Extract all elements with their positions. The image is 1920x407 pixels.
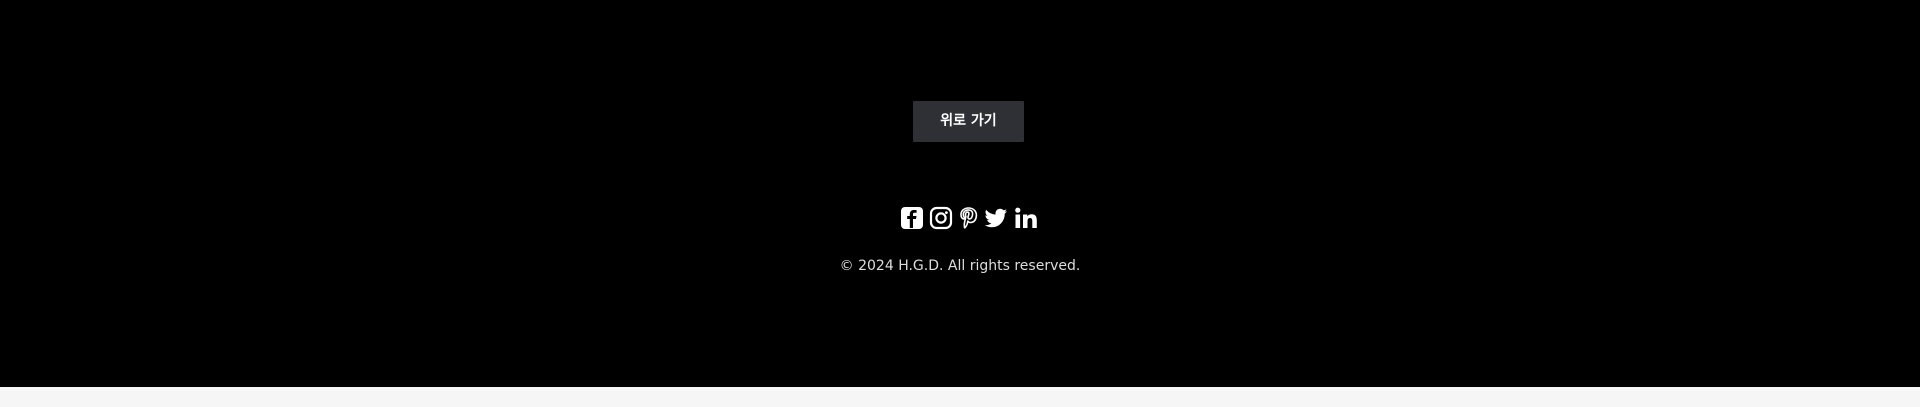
- social-links: [900, 204, 1040, 232]
- instagram-icon[interactable]: [929, 204, 953, 232]
- linkedin-icon[interactable]: [1014, 204, 1038, 232]
- page-background: [0, 387, 1920, 407]
- twitter-icon[interactable]: [983, 204, 1009, 232]
- facebook-icon[interactable]: [900, 204, 924, 232]
- back-to-top-button[interactable]: 위로 가기: [913, 101, 1024, 142]
- pinterest-icon[interactable]: [958, 204, 978, 232]
- copyright-text: © 2024 H.G.D. All rights reserved.: [839, 258, 1081, 274]
- site-footer: 위로 가기 © 2024 H.G.D. All rights reserved.: [0, 0, 1920, 387]
